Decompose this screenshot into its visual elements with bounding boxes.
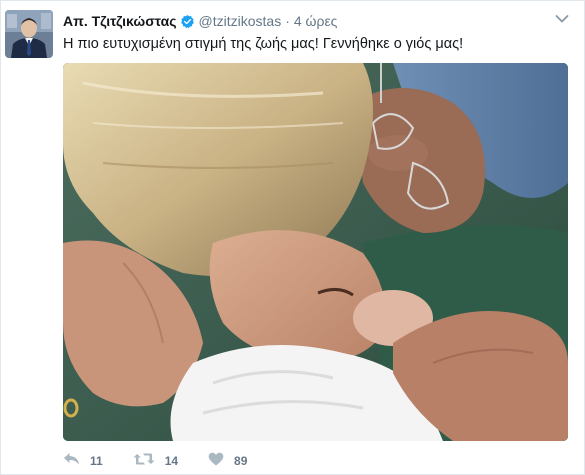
- header-separator: ·: [285, 13, 290, 29]
- tweet-photo[interactable]: [63, 63, 568, 441]
- retweet-icon: [133, 452, 155, 471]
- verified-badge-icon: [180, 14, 195, 29]
- tweet-header: Απ. Τζιτζικώστας @tzitzikostas · 4 ώρες: [63, 11, 337, 31]
- retweet-button[interactable]: 14: [133, 452, 178, 471]
- reply-button[interactable]: 11: [63, 452, 103, 471]
- author-name[interactable]: Απ. Τζιτζικώστας: [63, 13, 177, 29]
- reply-count: 11: [90, 454, 103, 468]
- tweet-timestamp[interactable]: 4 ώρες: [294, 13, 338, 29]
- chevron-down-icon[interactable]: [554, 11, 570, 27]
- like-button[interactable]: 89: [208, 452, 247, 471]
- tweet-actions: 11 14 89: [63, 451, 277, 471]
- like-count: 89: [234, 454, 248, 468]
- tweet-text: Η πιο ευτυχισμένη στιγμή της ζωής μας! Γ…: [63, 36, 464, 52]
- avatar[interactable]: [5, 10, 53, 58]
- reply-icon: [63, 452, 80, 471]
- heart-icon: [208, 452, 224, 471]
- author-handle[interactable]: @tzitzikostas: [199, 13, 282, 29]
- tweet-card[interactable]: Απ. Τζιτζικώστας @tzitzikostas · 4 ώρες …: [0, 0, 585, 475]
- retweet-count: 14: [164, 454, 179, 468]
